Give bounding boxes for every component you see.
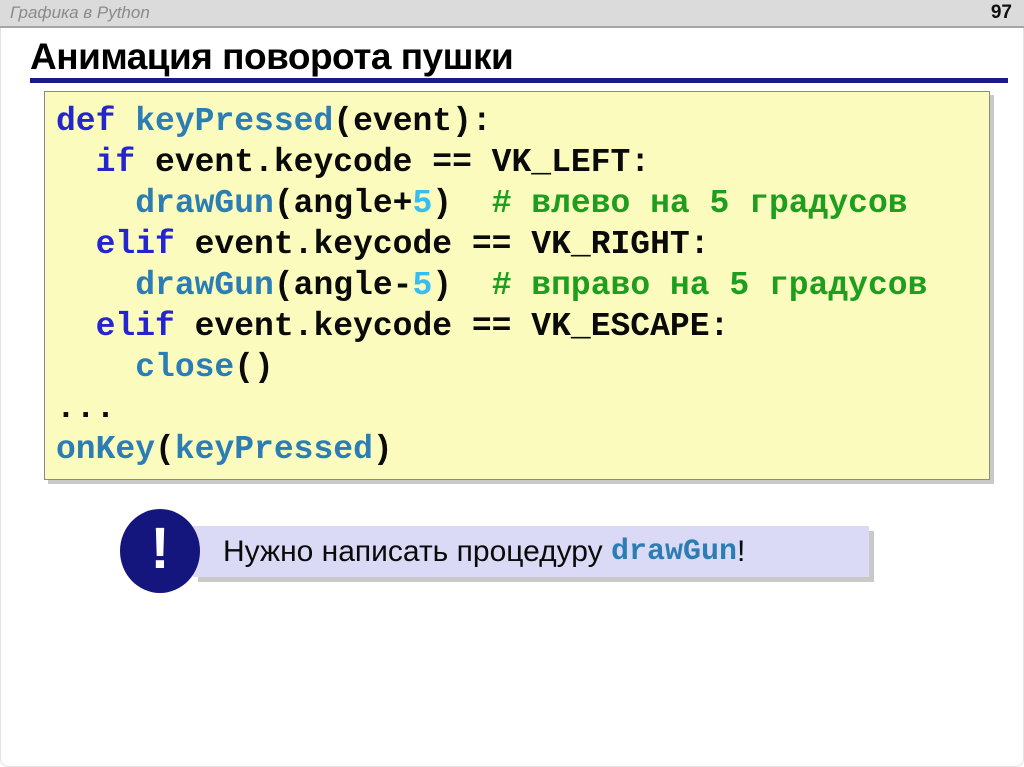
code-line: onKey(keyPressed) bbox=[56, 431, 393, 468]
code-line: drawGun(angle-5) # вправо на 5 градусов bbox=[135, 267, 928, 304]
callout-text-after: ! bbox=[737, 534, 746, 568]
code-line: close() bbox=[135, 349, 274, 386]
slide: Графика в Python 97 Анимация поворота пу… bbox=[0, 0, 1024, 767]
code-line: elif event.keycode == VK_RIGHT: bbox=[95, 226, 710, 263]
code-line: if event.keycode == VK_LEFT: bbox=[95, 144, 651, 181]
header-bar: Графика в Python 97 bbox=[0, 0, 1024, 28]
code-line: drawGun(angle+5) # влево на 5 градусов bbox=[135, 185, 908, 222]
exclamation-icon: ! bbox=[120, 509, 200, 593]
code-line: ... bbox=[56, 390, 116, 427]
callout-code-word: drawGun bbox=[610, 534, 738, 569]
code-block: def keyPressed(event): if event.keycode … bbox=[44, 91, 990, 480]
page-number: 97 bbox=[990, 2, 1012, 23]
code-line: elif event.keycode == VK_ESCAPE: bbox=[95, 308, 730, 345]
exclamation-glyph: ! bbox=[150, 516, 170, 581]
breadcrumb: Графика в Python bbox=[10, 3, 150, 22]
callout-text-before: Нужно написать процедуру bbox=[223, 534, 611, 568]
code-line: def keyPressed(event): bbox=[56, 103, 492, 140]
page-title: Анимация поворота пушки bbox=[30, 36, 514, 77]
callout-note: Нужно написать процедуру drawGun! bbox=[193, 526, 869, 577]
title-underline bbox=[30, 78, 1008, 83]
